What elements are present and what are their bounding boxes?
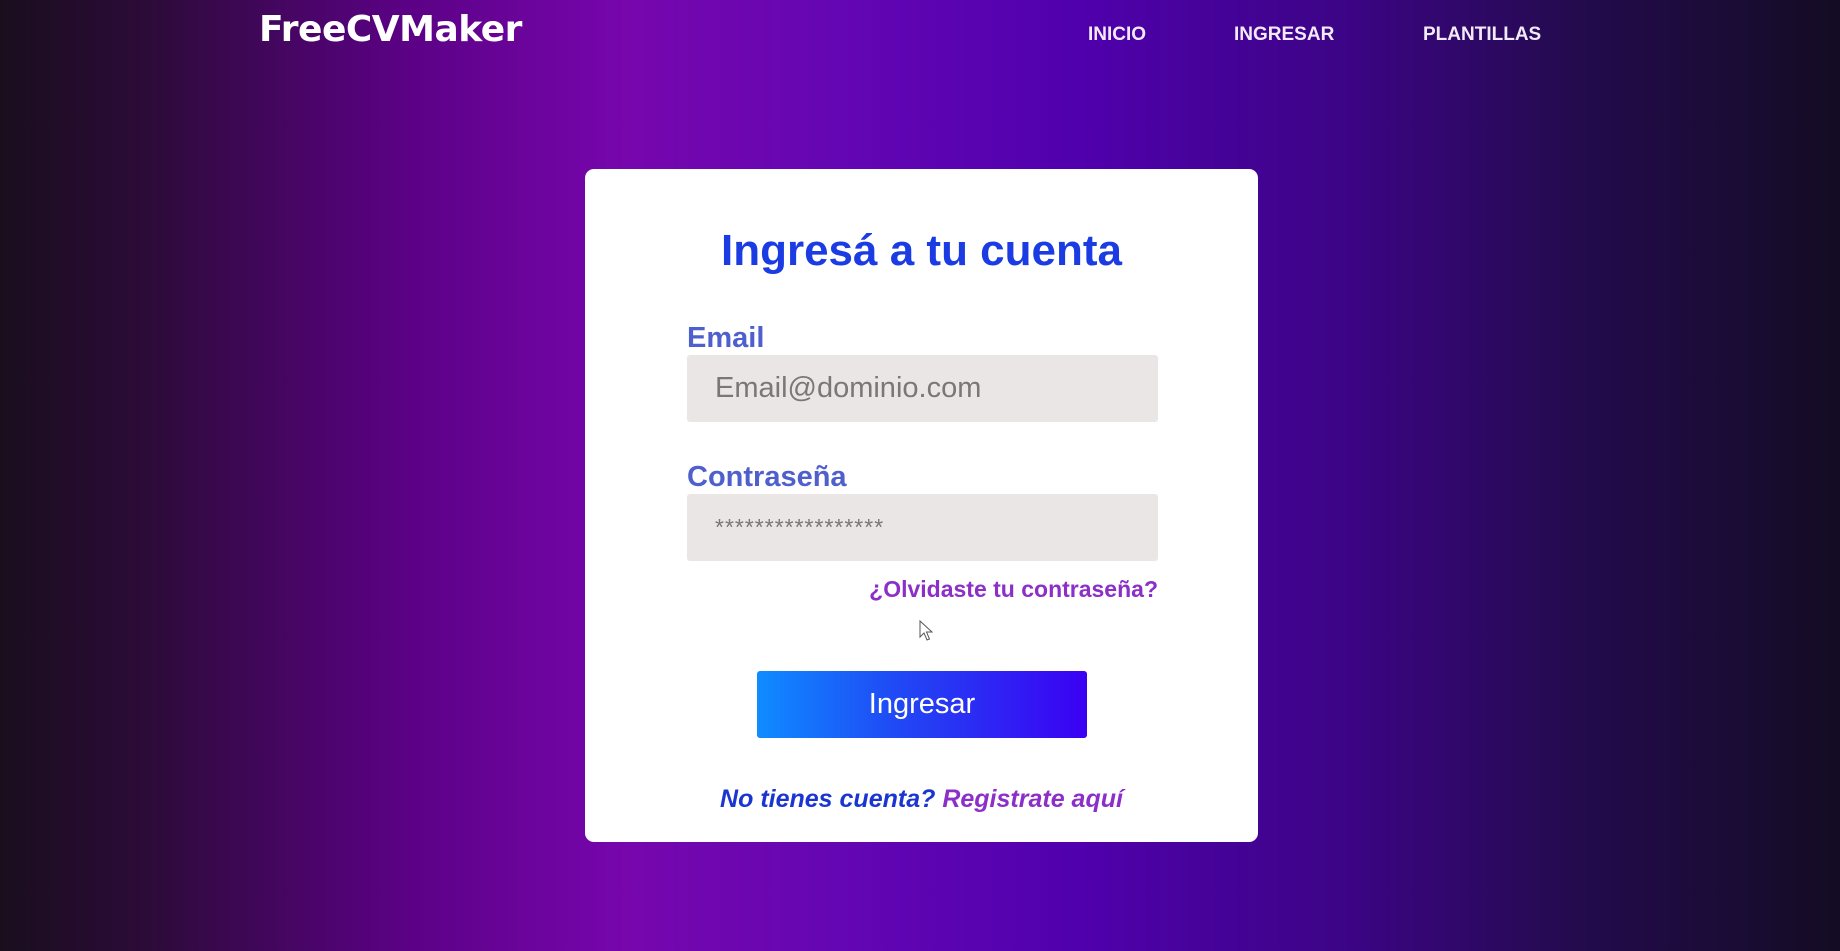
nav-link-inicio[interactable]: INICIO bbox=[1088, 24, 1146, 46]
email-label: Email bbox=[687, 322, 765, 354]
login-card: Ingresá a tu cuenta Email Contraseña ¿Ol… bbox=[585, 169, 1258, 842]
password-label: Contraseña bbox=[687, 461, 847, 493]
nav-link-ingresar[interactable]: INGRESAR bbox=[1234, 24, 1334, 46]
login-submit-button[interactable]: Ingresar bbox=[757, 671, 1087, 738]
password-input[interactable] bbox=[687, 494, 1158, 561]
forgot-password-link[interactable]: ¿Olvidaste tu contraseña? bbox=[869, 576, 1158, 603]
register-prompt: No tienes cuenta? Registrate aquí bbox=[585, 784, 1258, 814]
site-logo[interactable]: FreeCVMaker bbox=[259, 6, 522, 54]
register-link[interactable]: Registrate aquí bbox=[942, 785, 1123, 813]
login-title: Ingresá a tu cuenta bbox=[720, 226, 1122, 275]
nav-link-plantillas[interactable]: PLANTILLAS bbox=[1423, 24, 1541, 46]
top-navigation-bar: FreeCVMaker INICIO INGRESAR PLANTILLAS bbox=[0, 0, 1840, 60]
register-question: No tienes cuenta? bbox=[720, 785, 936, 813]
email-input[interactable] bbox=[687, 355, 1158, 422]
